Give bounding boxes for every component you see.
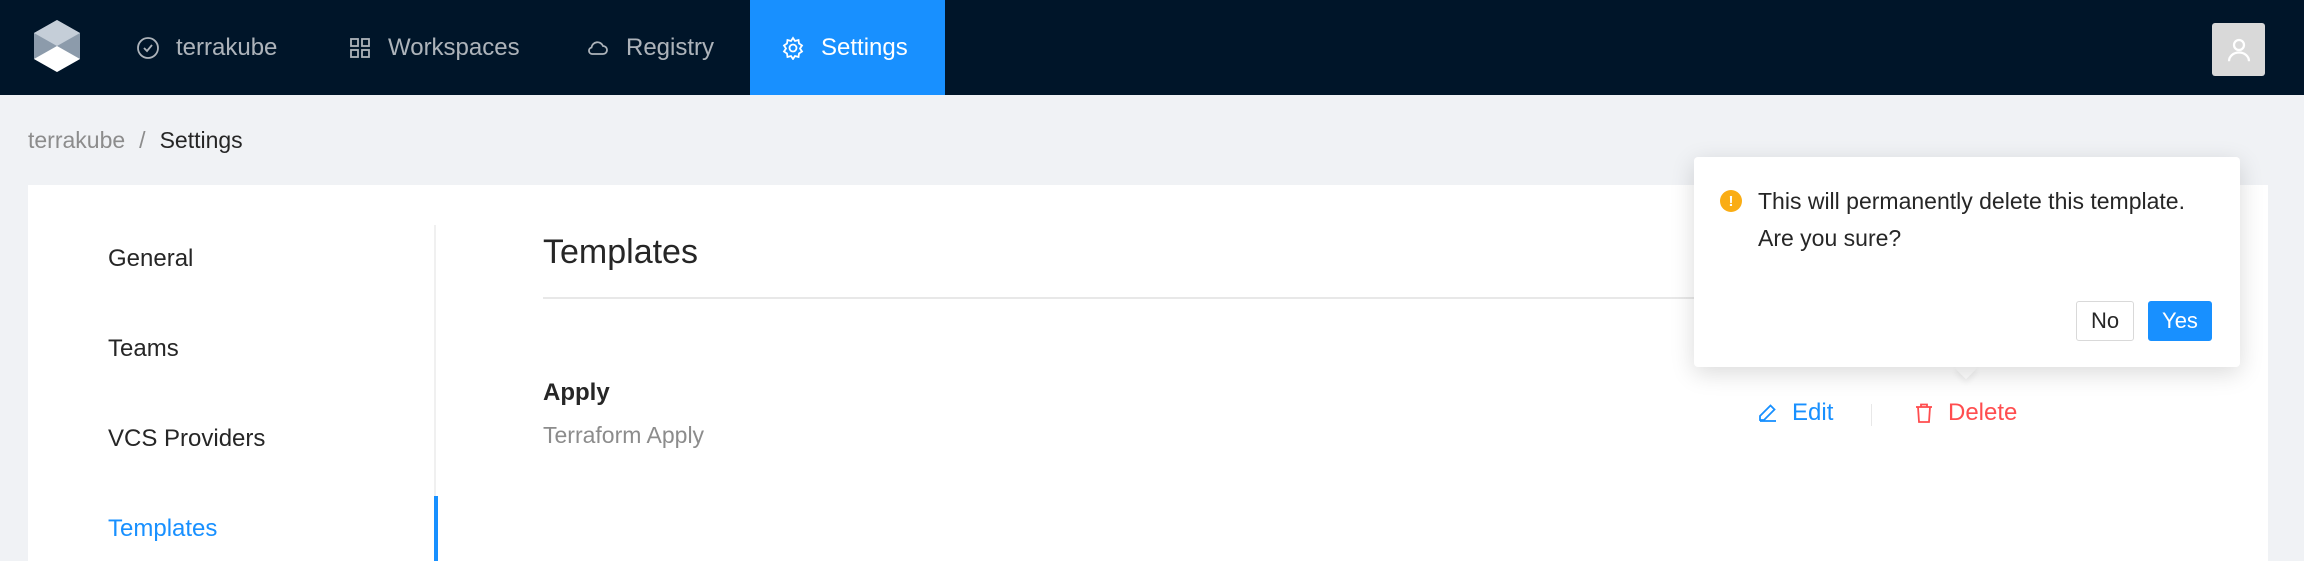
- nav-label: Registry: [626, 33, 715, 61]
- terrakube-logo-icon[interactable]: [32, 18, 82, 74]
- breadcrumb-separator: /: [139, 127, 146, 153]
- popconfirm-line-2: Are you sure?: [1758, 225, 1902, 251]
- no-button[interactable]: No: [2076, 301, 2134, 341]
- circle-check-icon: [137, 36, 159, 59]
- breadcrumb-org-link[interactable]: terrakube: [28, 127, 125, 154]
- popconfirm-message: This will permanently delete this templa…: [1758, 183, 2185, 257]
- breadcrumb-current: Settings: [159, 127, 243, 153]
- template-name: Apply: [543, 379, 610, 406]
- delete-label: Delete: [1948, 399, 2018, 426]
- sidebar-item-teams[interactable]: Teams: [108, 335, 179, 363]
- cloud-icon: [588, 40, 608, 55]
- page-title: Templates: [543, 233, 698, 271]
- action-divider: [1871, 404, 1872, 426]
- nav-item-settings[interactable]: Settings: [750, 0, 945, 95]
- popconfirm-line-1: This will permanently delete this templa…: [1758, 188, 2185, 214]
- gear-icon: [782, 35, 804, 60]
- delete-template-button[interactable]: Delete: [1912, 399, 2017, 427]
- nav-label: Settings: [821, 33, 908, 61]
- template-description: Terraform Apply: [543, 422, 705, 448]
- user-icon: [2227, 38, 2250, 61]
- sidebar-active-indicator: [434, 496, 438, 561]
- breadcrumb: terrakube / Settings: [28, 127, 243, 154]
- yes-button[interactable]: Yes: [2148, 301, 2212, 341]
- grid-icon: [350, 37, 370, 58]
- nav-item-registry[interactable]: Registry: [586, 0, 714, 95]
- edit-label: Edit: [1792, 399, 1834, 426]
- sidebar-item-templates[interactable]: Templates: [108, 515, 217, 543]
- nav-item-workspaces[interactable]: Workspaces: [348, 0, 520, 95]
- trash-icon: [1916, 403, 1932, 423]
- pencil-icon: [1759, 404, 1776, 422]
- user-avatar[interactable]: [2212, 23, 2265, 76]
- top-navigation-bar: terrakube Workspaces Registry Settings: [0, 0, 2304, 95]
- edit-template-button[interactable]: Edit: [1756, 399, 1833, 427]
- nav-label: terrakube: [176, 33, 278, 61]
- settings-sidebar: General Teams VCS Providers Templates: [28, 225, 436, 561]
- nav-item-terrakube[interactable]: terrakube: [136, 0, 277, 95]
- delete-confirm-popover: ! This will permanently delete this temp…: [1694, 157, 2240, 367]
- sidebar-item-general[interactable]: General: [108, 245, 193, 273]
- exclamation-icon: !: [1720, 190, 1742, 212]
- nav-label: Workspaces: [388, 33, 520, 61]
- sidebar-item-vcs-providers[interactable]: VCS Providers: [108, 425, 265, 453]
